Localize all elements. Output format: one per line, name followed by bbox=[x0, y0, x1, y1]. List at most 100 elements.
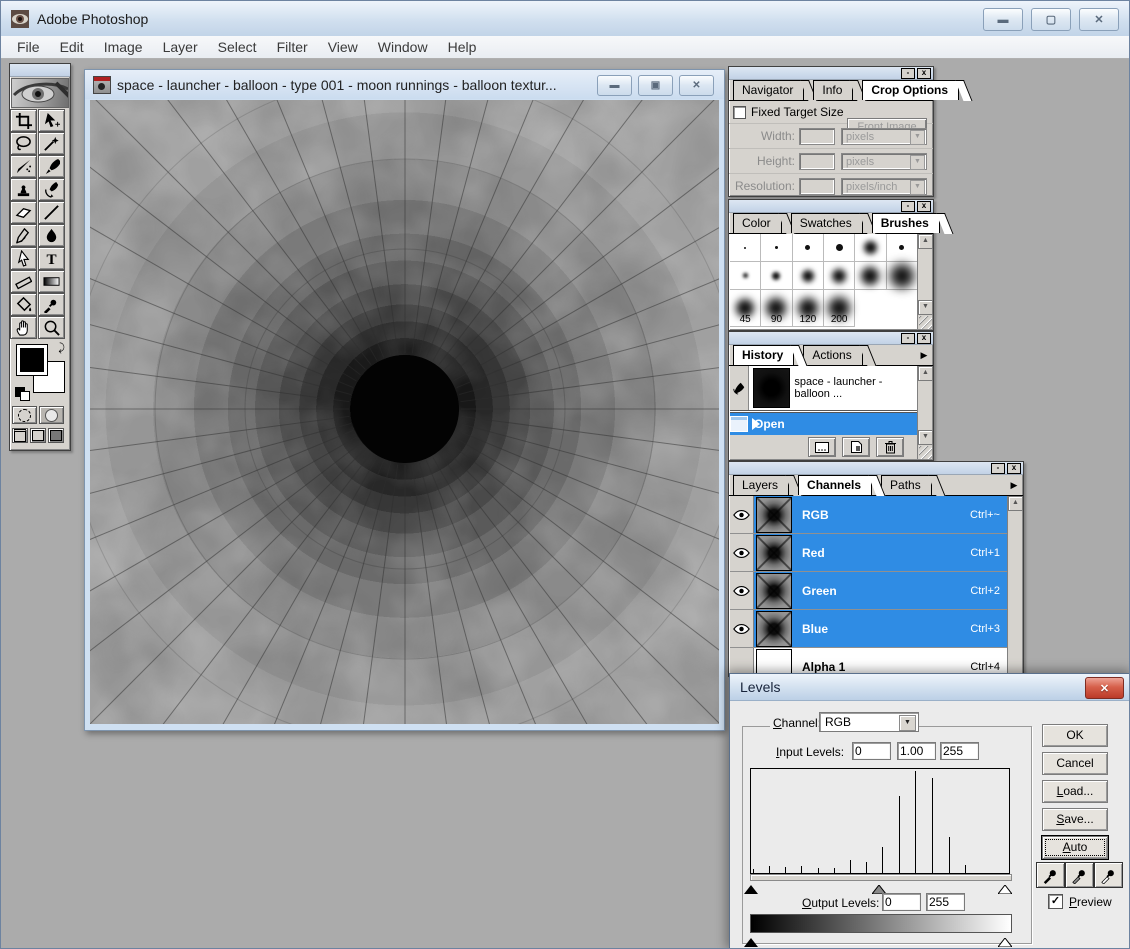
ok-button[interactable]: OK bbox=[1042, 724, 1108, 747]
new-snapshot-button[interactable] bbox=[842, 437, 870, 457]
scroll-down-icon[interactable]: ▼ bbox=[918, 430, 933, 445]
brushes-scrollbar[interactable]: ▲ ▼ bbox=[917, 234, 932, 329]
brush-preview[interactable] bbox=[824, 234, 855, 262]
tab-paths[interactable]: Paths bbox=[881, 475, 932, 495]
output-black-slider[interactable] bbox=[744, 934, 758, 943]
load-button[interactable]: Load... bbox=[1042, 780, 1108, 803]
panel-titlebar[interactable]: -x bbox=[729, 332, 933, 345]
brush-preview[interactable] bbox=[855, 262, 886, 290]
output-white-field[interactable] bbox=[926, 893, 965, 911]
brush-preview[interactable] bbox=[887, 262, 918, 290]
resize-grip[interactable] bbox=[919, 446, 932, 459]
direct-select-tool[interactable] bbox=[10, 247, 37, 270]
panel-minimize-icon[interactable]: - bbox=[901, 201, 915, 212]
swap-colors-icon[interactable]: ⤸ bbox=[58, 342, 65, 355]
chevron-down-icon[interactable]: ▼ bbox=[910, 155, 925, 170]
input-gamma-field[interactable] bbox=[897, 742, 936, 760]
menu-edit[interactable]: Edit bbox=[50, 37, 94, 57]
tab-navigator[interactable]: Navigator bbox=[733, 80, 804, 100]
tab-history[interactable]: History bbox=[733, 345, 794, 365]
history-brush-source-icon[interactable] bbox=[730, 366, 749, 410]
measure-tool[interactable] bbox=[10, 270, 37, 293]
zoom-tool[interactable] bbox=[38, 316, 65, 339]
field-input[interactable] bbox=[799, 178, 835, 195]
document-titlebar[interactable]: space - launcher - balloon - type 001 - … bbox=[85, 70, 724, 99]
visibility-eye-icon[interactable] bbox=[730, 648, 754, 675]
standard-screen-button[interactable] bbox=[12, 428, 28, 443]
eraser-tool[interactable] bbox=[10, 201, 37, 224]
standard-mode-button[interactable] bbox=[12, 406, 37, 424]
history-scrollbar[interactable]: ▲ ▼ bbox=[917, 366, 932, 459]
brush-preview[interactable] bbox=[730, 234, 761, 262]
menu-image[interactable]: Image bbox=[94, 37, 153, 57]
paintbrush-tool[interactable] bbox=[38, 155, 65, 178]
set-white-point-eyedropper[interactable] bbox=[1094, 862, 1123, 888]
clone-stamp-tool[interactable] bbox=[10, 178, 37, 201]
tab-actions[interactable]: Actions bbox=[803, 345, 862, 365]
panel-minimize-icon[interactable]: - bbox=[901, 333, 915, 344]
visibility-eye-icon[interactable] bbox=[730, 534, 754, 571]
visibility-eye-icon[interactable] bbox=[730, 610, 754, 647]
panel-titlebar[interactable]: -x bbox=[729, 67, 933, 80]
save-button[interactable]: Save... bbox=[1042, 808, 1108, 831]
black-point-slider[interactable] bbox=[744, 881, 758, 890]
new-document-from-state-button[interactable] bbox=[808, 437, 836, 457]
brush-preview[interactable] bbox=[824, 262, 855, 290]
output-black-field[interactable] bbox=[882, 893, 921, 911]
scroll-down-icon[interactable]: ▼ bbox=[918, 300, 933, 315]
panel-close-icon[interactable]: x bbox=[917, 201, 931, 212]
brush-preview[interactable] bbox=[793, 234, 824, 262]
lasso-tool[interactable] bbox=[10, 132, 37, 155]
chevron-down-icon[interactable]: ▼ bbox=[910, 180, 925, 195]
history-brush-tool[interactable] bbox=[38, 178, 65, 201]
airbrush-tool[interactable] bbox=[10, 155, 37, 178]
image-canvas[interactable] bbox=[90, 100, 719, 724]
crop-tool[interactable] bbox=[10, 109, 37, 132]
menu-help[interactable]: Help bbox=[438, 37, 487, 57]
preview-checkbox[interactable]: ✓ bbox=[1048, 894, 1063, 909]
blur-tool[interactable] bbox=[38, 224, 65, 247]
panel-close-icon[interactable]: x bbox=[917, 333, 931, 344]
resize-grip[interactable] bbox=[919, 316, 932, 329]
cancel-button[interactable]: Cancel bbox=[1042, 752, 1108, 775]
unit-select[interactable]: pixels/inch▼ bbox=[841, 178, 927, 195]
brush-preview[interactable] bbox=[793, 262, 824, 290]
output-white-slider[interactable] bbox=[998, 934, 1012, 943]
fullscreen-menubar-button[interactable] bbox=[30, 428, 46, 443]
tab-swatches[interactable]: Swatches bbox=[791, 213, 863, 233]
brush-preview[interactable]: 200 bbox=[824, 290, 855, 327]
scroll-up-icon[interactable]: ▲ bbox=[918, 234, 933, 249]
menu-view[interactable]: View bbox=[318, 37, 368, 57]
white-point-slider[interactable] bbox=[998, 881, 1012, 890]
type-tool[interactable]: T bbox=[38, 247, 65, 270]
channel-row-rgb[interactable]: RGBCtrl+~ bbox=[730, 496, 1008, 534]
panel-minimize-icon[interactable]: - bbox=[991, 463, 1005, 474]
hand-tool[interactable] bbox=[10, 316, 37, 339]
fixed-target-checkbox[interactable] bbox=[733, 106, 746, 119]
gradient-tool[interactable] bbox=[38, 270, 65, 293]
brush-preview[interactable] bbox=[730, 262, 761, 290]
pen-tool[interactable] bbox=[10, 224, 37, 247]
scroll-up-icon[interactable]: ▲ bbox=[918, 366, 933, 381]
brush-preview[interactable] bbox=[855, 234, 886, 262]
history-item-open[interactable]: Open bbox=[730, 413, 918, 435]
panel-menu-icon[interactable]: ▶ bbox=[1007, 478, 1021, 493]
chevron-down-icon[interactable]: ▼ bbox=[899, 715, 916, 731]
brush-preview[interactable]: 120 bbox=[793, 290, 824, 327]
tab-color[interactable]: Color bbox=[733, 213, 782, 233]
panel-close-icon[interactable]: x bbox=[917, 68, 931, 79]
brush-preview[interactable] bbox=[887, 234, 918, 262]
menu-file[interactable]: File bbox=[7, 37, 50, 57]
panel-titlebar[interactable]: -x bbox=[729, 200, 933, 213]
chevron-down-icon[interactable]: ▼ bbox=[910, 130, 925, 145]
menu-select[interactable]: Select bbox=[208, 37, 267, 57]
eyedropper-tool[interactable] bbox=[38, 293, 65, 316]
scroll-up-icon[interactable]: ▲ bbox=[1008, 496, 1023, 511]
field-input[interactable] bbox=[799, 128, 835, 145]
doc-close-button[interactable]: ✕ bbox=[679, 75, 714, 96]
brush-preview[interactable] bbox=[761, 262, 792, 290]
brush-preview[interactable]: 90 bbox=[761, 290, 792, 327]
input-black-field[interactable] bbox=[852, 742, 891, 760]
menu-filter[interactable]: Filter bbox=[267, 37, 318, 57]
input-white-field[interactable] bbox=[940, 742, 979, 760]
